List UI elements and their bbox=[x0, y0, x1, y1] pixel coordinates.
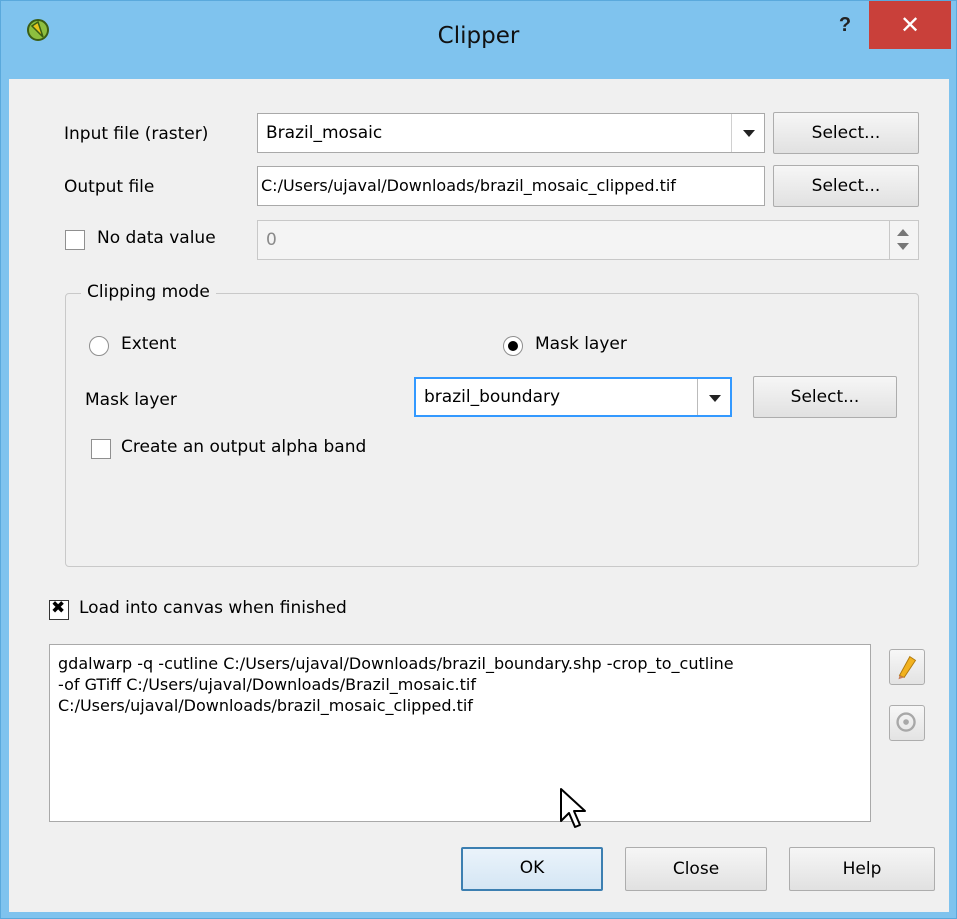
alpha-band-label: Create an output alpha band bbox=[121, 437, 367, 457]
close-window-button[interactable]: ✕ bbox=[869, 1, 951, 49]
chevron-down-icon[interactable] bbox=[697, 379, 730, 415]
close-button[interactable]: Close bbox=[625, 847, 767, 891]
input-file-select-button[interactable]: Select... bbox=[773, 112, 919, 154]
reset-command-button[interactable] bbox=[889, 705, 925, 741]
mask-layer-label: Mask layer bbox=[85, 390, 177, 410]
load-canvas-label: Load into canvas when finished bbox=[79, 598, 347, 618]
ok-button[interactable]: OK bbox=[461, 847, 603, 891]
chevron-down-icon[interactable] bbox=[731, 114, 764, 152]
mask-layer-radio[interactable] bbox=[503, 336, 523, 356]
alpha-band-checkbox[interactable] bbox=[91, 439, 111, 459]
spin-arrows-icon[interactable] bbox=[889, 221, 918, 259]
window-title: Clipper bbox=[437, 23, 520, 49]
help-title-button[interactable]: ? bbox=[831, 11, 859, 39]
help-button[interactable]: Help bbox=[789, 847, 935, 891]
command-line: C:/Users/ujaval/Downloads/brazil_mosaic_… bbox=[58, 696, 473, 715]
pencil-icon bbox=[898, 655, 917, 680]
nodata-label: No data value bbox=[97, 228, 216, 248]
dialog-body: Input file (raster) Brazil_mosaic Select… bbox=[9, 79, 949, 912]
mask-layer-radio-label: Mask layer bbox=[535, 334, 627, 354]
output-file-select-button[interactable]: Select... bbox=[773, 165, 919, 207]
mask-layer-select-button[interactable]: Select... bbox=[753, 376, 897, 418]
mask-layer-value: brazil_boundary bbox=[424, 387, 561, 407]
nodata-spinbox[interactable]: 0 bbox=[257, 220, 919, 260]
edit-command-button[interactable] bbox=[889, 649, 925, 685]
clipping-mode-group bbox=[65, 293, 919, 567]
output-file-field[interactable]: C:/Users/ujaval/Downloads/brazil_mosaic_… bbox=[257, 166, 765, 206]
mask-layer-combo[interactable]: brazil_boundary bbox=[414, 377, 732, 417]
input-file-label: Input file (raster) bbox=[64, 124, 209, 144]
command-text-area[interactable]: gdalwarp -q -cutline C:/Users/ujaval/Dow… bbox=[49, 644, 871, 822]
extent-label: Extent bbox=[121, 334, 177, 354]
extent-radio[interactable] bbox=[89, 336, 109, 356]
input-file-combo[interactable]: Brazil_mosaic bbox=[257, 113, 765, 153]
clipper-dialog: Clipper ? ✕ Input file (raster) Brazil_m… bbox=[0, 0, 957, 919]
title-bar: Clipper ? ✕ bbox=[1, 1, 956, 79]
command-line: gdalwarp -q -cutline C:/Users/ujaval/Dow… bbox=[58, 654, 734, 673]
reset-icon bbox=[896, 712, 916, 732]
input-file-value: Brazil_mosaic bbox=[266, 123, 383, 143]
nodata-checkbox[interactable] bbox=[65, 230, 85, 250]
load-canvas-checkbox[interactable] bbox=[49, 598, 69, 620]
output-file-label: Output file bbox=[64, 177, 155, 197]
command-line: -of GTiff C:/Users/ujaval/Downloads/Braz… bbox=[58, 675, 476, 694]
output-file-value: C:/Users/ujaval/Downloads/brazil_mosaic_… bbox=[261, 176, 676, 195]
clipping-mode-title: Clipping mode bbox=[81, 282, 216, 302]
mouse-pointer-icon bbox=[560, 788, 586, 828]
nodata-value: 0 bbox=[266, 230, 277, 250]
